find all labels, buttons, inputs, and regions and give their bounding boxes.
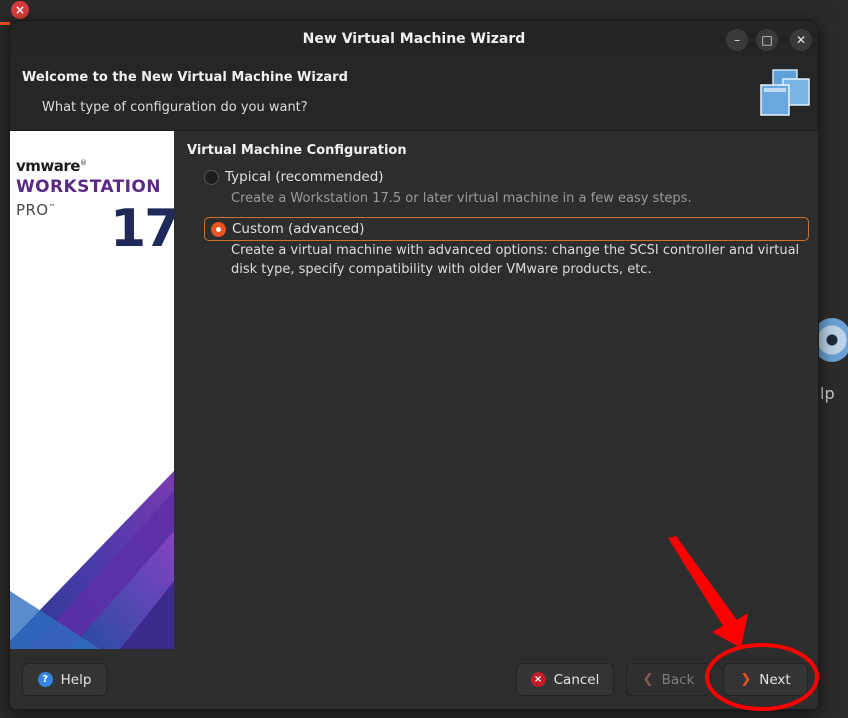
help-button[interactable]: ? Help [22,663,107,696]
back-label: Back [661,671,695,688]
cancel-label: Cancel [553,671,600,688]
option-label-typical: Typical (recommended) [225,169,384,185]
next-label: Next [759,671,791,688]
cancel-icon: × [530,672,546,687]
vmware-logo: vmware® [16,157,87,175]
titlebar[interactable]: New Virtual Machine Wizard – □ ✕ [10,21,818,57]
header-subtitle: What type of configuration do you want? [42,100,308,115]
minimize-icon[interactable]: – [726,29,748,51]
vmware-banner: vmware® WORKSTATION PRO™ 17 [10,131,174,649]
option-description-typical: Create a Workstation 17.5 or later virtu… [231,191,692,206]
chevron-right-icon: ❯ [740,672,752,687]
banner-artwork [10,471,174,649]
background-partial-text: lp [820,384,835,403]
next-button[interactable]: ❯ Next [723,663,808,696]
product-edition: PRO™ [16,201,56,219]
radio-button-typical[interactable] [204,169,219,185]
cancel-button[interactable]: × Cancel [516,663,614,696]
wizard-footer: ? Help × Cancel ❮ Back ❯ Next [10,649,818,709]
radio-option-custom[interactable]: Custom (advanced) [204,217,809,241]
back-button[interactable]: ❮ Back [626,663,711,696]
radio-option-typical[interactable]: Typical (recommended) [204,165,384,189]
window-title: New Virtual Machine Wizard [302,31,526,47]
chevron-left-icon: ❮ [642,672,654,687]
section-title: Virtual Machine Configuration [187,143,407,158]
close-icon[interactable]: ✕ [790,29,812,51]
product-name: WORKSTATION [16,177,161,197]
wizard-content: Virtual Machine Configuration Typical (r… [186,131,818,649]
radio-button-custom[interactable] [211,221,226,237]
background-topbar [0,0,848,22]
background-accent-bar [0,22,10,25]
new-vm-wizard-dialog: New Virtual Machine Wizard – □ ✕ Welcome… [9,20,819,710]
background-close-icon[interactable]: × [11,1,29,19]
product-version: 17 [110,199,174,259]
help-icon: ? [37,672,53,687]
help-label: Help [60,671,92,688]
maximize-icon[interactable]: □ [756,29,778,51]
option-description-custom: Create a virtual machine with advanced o… [231,243,800,277]
wizard-header: Welcome to the New Virtual Machine Wizar… [10,57,818,131]
header-title: Welcome to the New Virtual Machine Wizar… [22,70,348,85]
option-label-custom: Custom (advanced) [232,221,365,237]
virtual-machine-icon [760,69,810,116]
